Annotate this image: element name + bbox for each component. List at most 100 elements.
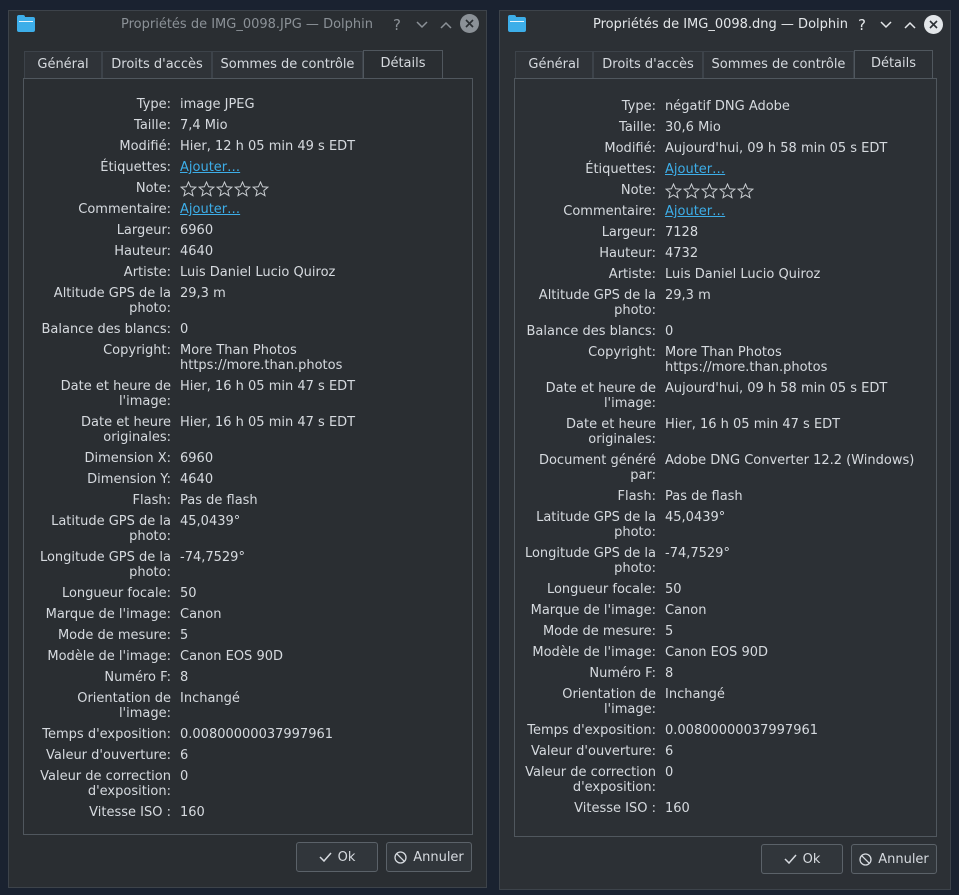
cancel-icon [394, 850, 407, 864]
detail-value: Hier, 16 h 05 min 47 s EDT [665, 417, 841, 432]
properties-window-dng: Propriétés de IMG_0098.dng — Dolphin ? G… [499, 10, 951, 890]
help-button[interactable]: ? [852, 15, 872, 35]
ok-label: Ok [337, 849, 356, 865]
star-icon[interactable] [665, 183, 682, 199]
detail-label: Temps d'exposition: [527, 723, 656, 738]
folder-icon [17, 15, 35, 32]
minimize-button[interactable] [412, 15, 432, 35]
tab-checksums[interactable]: Sommes de contrôle [703, 51, 854, 78]
detail-value: Pas de flash [665, 489, 743, 504]
close-button[interactable] [460, 14, 479, 33]
detail-label: Valeur d'ouverture: [45, 748, 171, 763]
minimize-button[interactable] [876, 15, 896, 35]
comment-add-link[interactable]: Ajouter… [180, 202, 240, 217]
tags-add-link[interactable]: Ajouter… [180, 160, 240, 175]
rating-stars[interactable] [665, 183, 754, 199]
tab-details[interactable]: Détails [854, 50, 933, 78]
star-icon[interactable] [701, 183, 718, 199]
detail-label: Marque de l'image: [45, 607, 171, 622]
detail-label: Vitesse ISO : [574, 801, 656, 816]
detail-value: 45,0439° [180, 514, 241, 529]
detail-value: Canon [665, 603, 707, 618]
detail-value: Hier, 12 h 05 min 49 s EDT [180, 139, 356, 154]
detail-value: Inchangé [180, 691, 240, 706]
star-icon[interactable] [252, 181, 269, 197]
window-title: Propriétés de IMG_0098.dng — Dolphin [593, 17, 848, 32]
properties-window-jpg: Propriétés de IMG_0098.JPG — Dolphin ? G… [8, 10, 487, 888]
titlebar[interactable]: Propriétés de IMG_0098.JPG — Dolphin ? [9, 11, 486, 39]
chevron-up-icon [904, 21, 916, 29]
star-icon[interactable] [180, 181, 197, 197]
ok-label: Ok [802, 851, 821, 867]
ok-button[interactable]: Ok [761, 844, 843, 874]
folder-icon [508, 15, 526, 32]
tab-checksums[interactable]: Sommes de contrôle [212, 51, 363, 78]
detail-label: Valeur de correction d'exposition: [525, 765, 656, 795]
star-icon[interactable] [216, 181, 233, 197]
detail-label: Étiquettes: [100, 160, 171, 175]
cancel-icon [859, 852, 872, 866]
maximize-button[interactable] [900, 15, 920, 35]
tags-add-link[interactable]: Ajouter… [665, 162, 725, 177]
detail-value: 4732 [665, 246, 699, 261]
detail-value: 50 [665, 582, 682, 597]
detail-label: Modifié: [604, 141, 656, 156]
detail-label: Orientation de l'image: [77, 691, 171, 721]
tab-general[interactable]: Général [24, 51, 102, 78]
star-icon[interactable] [683, 183, 700, 199]
detail-label: Mode de mesure: [57, 628, 171, 643]
comment-add-link[interactable]: Ajouter… [665, 204, 725, 219]
maximize-button[interactable] [436, 15, 456, 35]
detail-label: Hauteur: [114, 244, 171, 259]
detail-label: Modèle de l'image: [532, 645, 656, 660]
detail-value: Canon EOS 90D [665, 645, 768, 660]
detail-label: Hauteur: [599, 246, 656, 261]
detail-value: 6960 [180, 223, 214, 238]
detail-label: Note: [620, 183, 656, 198]
detail-label: Taille: [134, 118, 171, 133]
close-button[interactable] [924, 15, 943, 34]
star-icon[interactable] [234, 181, 251, 197]
star-icon[interactable] [737, 183, 754, 199]
detail-value: 4640 [180, 244, 214, 259]
detail-label: Étiquettes: [585, 162, 656, 177]
rating-stars[interactable] [180, 181, 269, 197]
detail-label: Numéro F: [104, 670, 171, 685]
detail-value: 5 [180, 628, 189, 643]
detail-value: Canon EOS 90D [180, 649, 283, 664]
tab-access-rights[interactable]: Droits d'accès [102, 51, 212, 78]
detail-value: 5 [665, 624, 674, 639]
tab-access-rights[interactable]: Droits d'accès [593, 51, 703, 78]
detail-label: Document généré par: [538, 453, 656, 483]
detail-label: Dimension Y: [87, 472, 171, 487]
detail-value: Pas de flash [180, 493, 258, 508]
detail-value: 8 [665, 666, 674, 681]
star-icon[interactable] [719, 183, 736, 199]
tab-details[interactable]: Détails [363, 50, 443, 78]
detail-label: Commentaire: [78, 202, 171, 217]
detail-value: More Than Photos https://more.than.photo… [180, 343, 343, 373]
detail-value: 0.00800000037997961 [665, 723, 819, 738]
star-icon[interactable] [198, 181, 215, 197]
detail-value: 30,6 Mio [665, 120, 721, 135]
detail-label: Type: [621, 99, 656, 114]
detail-value: 0 [180, 769, 189, 784]
ok-button[interactable]: Ok [296, 842, 378, 872]
titlebar[interactable]: Propriétés de IMG_0098.dng — Dolphin ? [500, 11, 950, 39]
detail-label: Type: [136, 97, 171, 112]
checkmark-icon [784, 854, 797, 864]
detail-label: Date et heure de l'image: [545, 381, 656, 411]
detail-label: Largeur: [116, 223, 171, 238]
tab-general[interactable]: Général [515, 51, 593, 78]
detail-value: 29,3 m [180, 286, 226, 301]
detail-label: Longueur focale: [61, 586, 171, 601]
cancel-button[interactable]: Annuler [851, 844, 937, 874]
detail-value: image JPEG [180, 97, 255, 112]
window-title: Propriétés de IMG_0098.JPG — Dolphin [121, 17, 373, 32]
detail-label: Numéro F: [589, 666, 656, 681]
cancel-button[interactable]: Annuler [386, 842, 472, 872]
detail-label: Altitude GPS de la photo: [53, 286, 171, 316]
detail-label: Date et heure originales: [81, 415, 171, 445]
detail-label: Altitude GPS de la photo: [538, 288, 656, 318]
help-button[interactable]: ? [387, 15, 407, 35]
